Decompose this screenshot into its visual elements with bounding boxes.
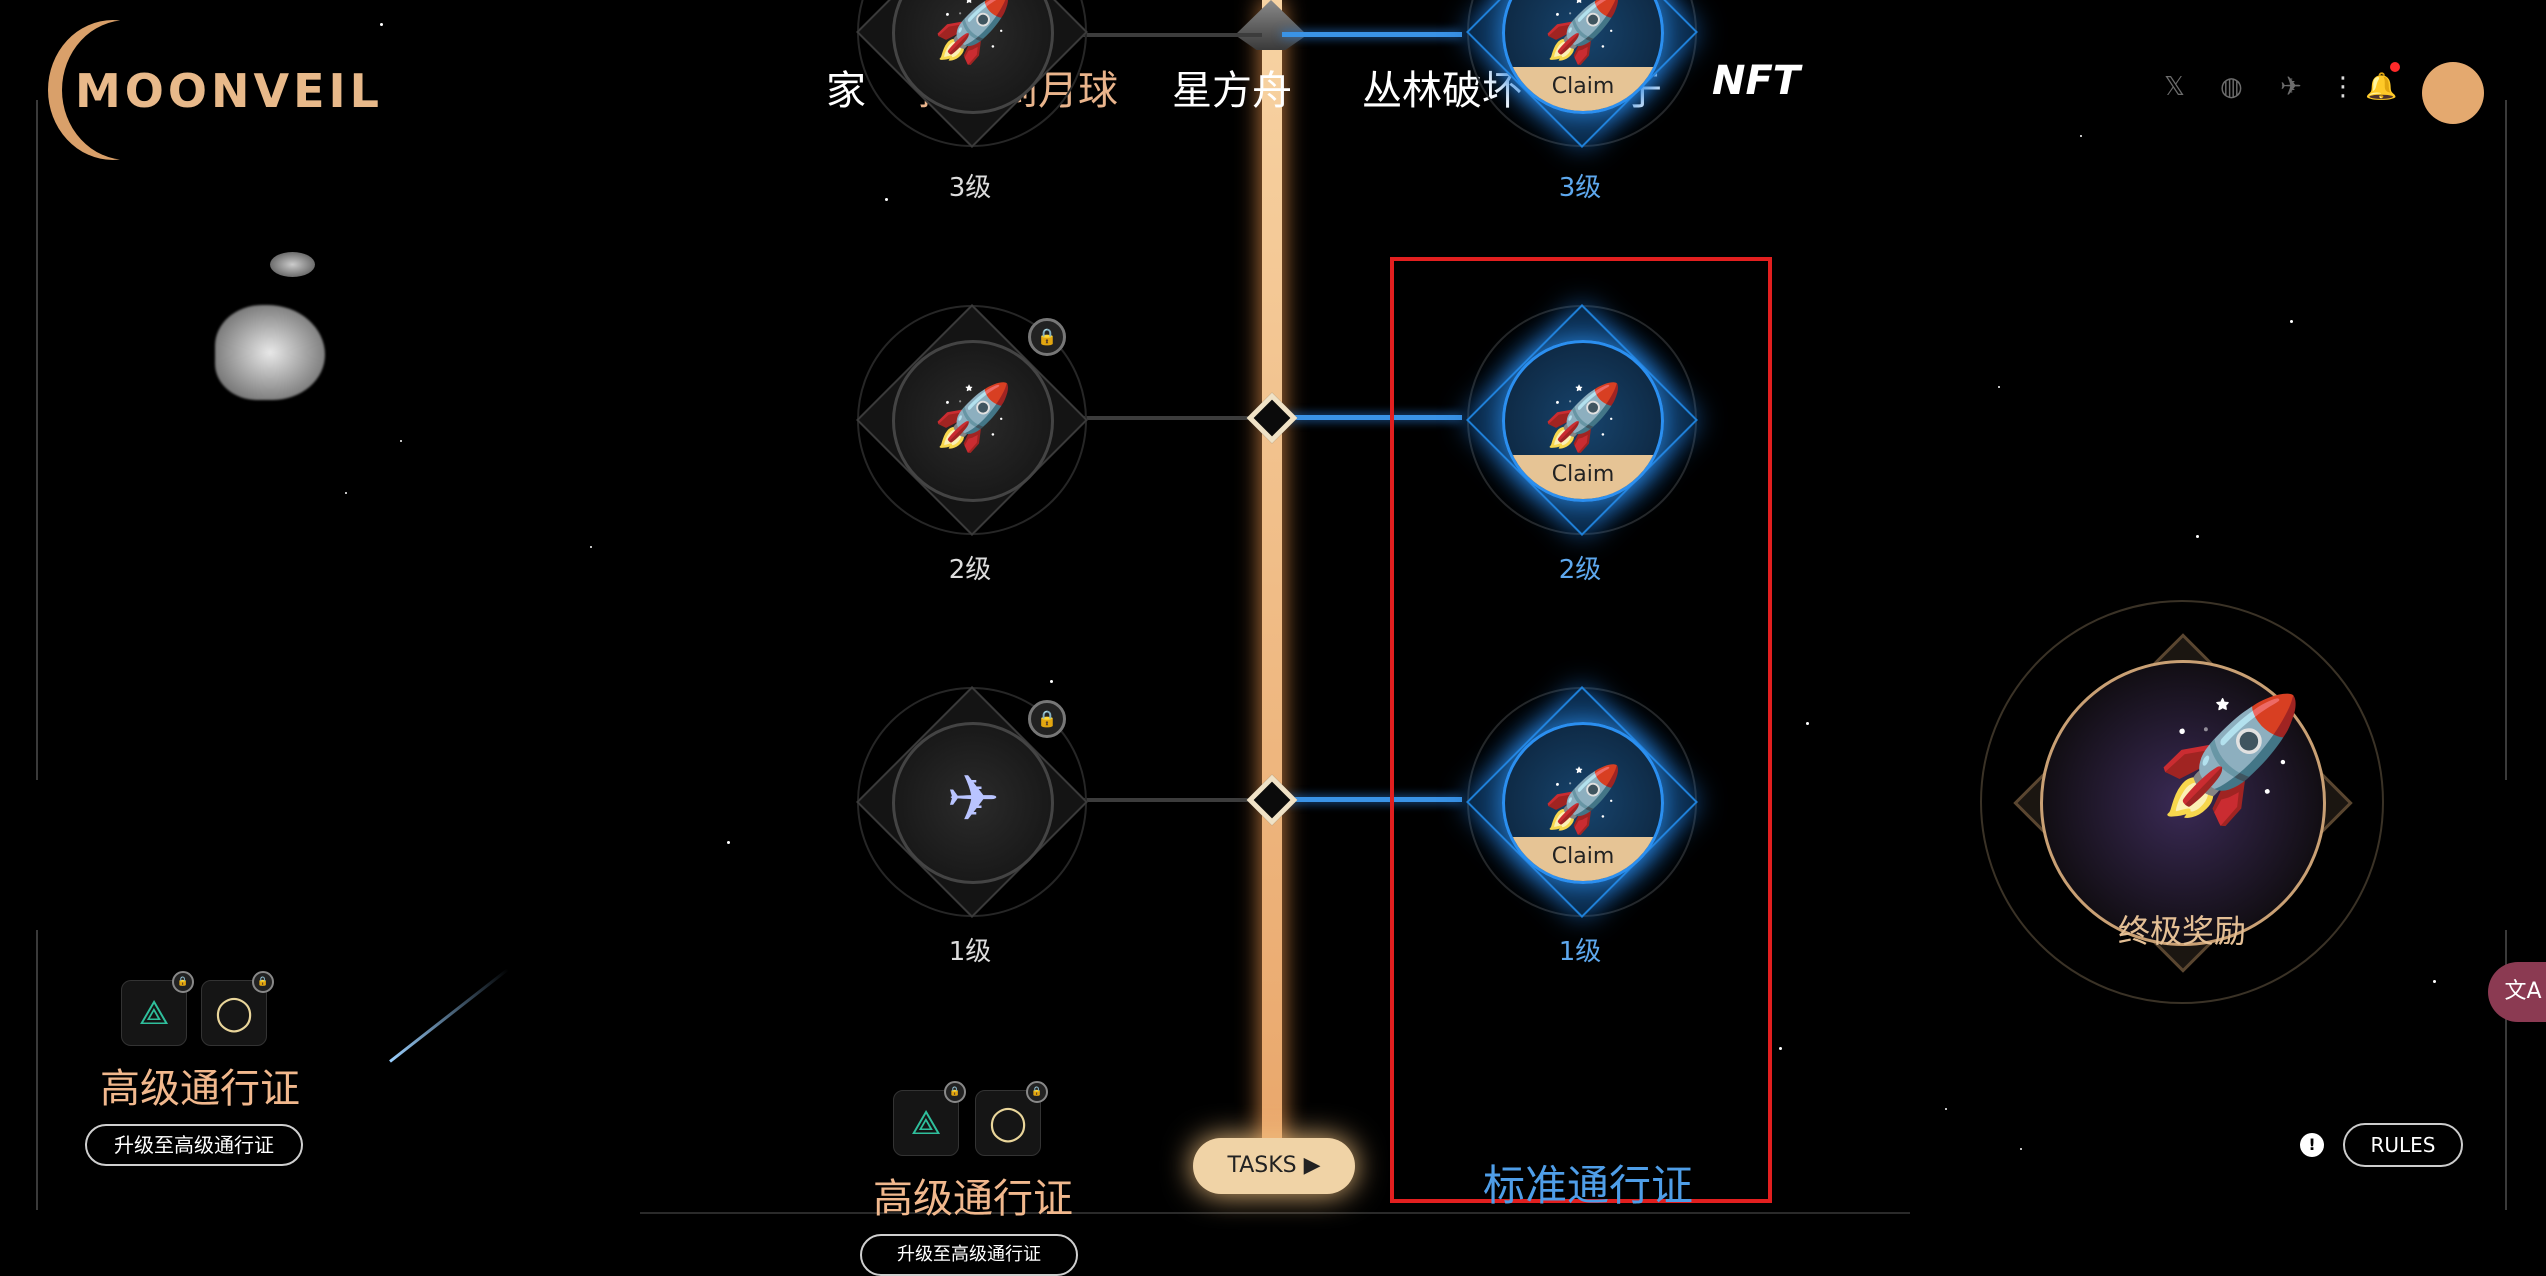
logo[interactable]: MOONVEIL xyxy=(40,20,379,160)
premium-pass-icon: ⟁ 🔒 xyxy=(121,971,194,1046)
connector-line xyxy=(1080,798,1262,802)
logo-text: MOONVEIL xyxy=(75,64,383,118)
premium-level-label: 3级 xyxy=(948,173,992,203)
standard-node-level-3[interactable]: 🚀 Claim xyxy=(1460,0,1700,150)
bell-icon[interactable]: 🔔 xyxy=(2365,72,2397,102)
rocket-planet-icon: 🚀 xyxy=(2155,690,2305,829)
shuttle-icon: 🚀 xyxy=(933,380,1013,455)
nav-nft[interactable]: NFT xyxy=(1712,58,1800,104)
connector-line-active xyxy=(1282,32,1462,37)
lock-icon: 🔒 xyxy=(944,1081,966,1103)
upgrade-premium-button[interactable]: 升级至高级通行证 xyxy=(85,1124,303,1166)
track-node xyxy=(1246,392,1298,444)
claim-button[interactable]: Claim xyxy=(1505,67,1661,111)
premium-level-label: 1级 xyxy=(948,937,992,967)
standard-pass-title: 标准通行证 xyxy=(1483,1161,1694,1210)
rules-button[interactable]: RULES xyxy=(2343,1123,2463,1167)
standard-level-label: 3级 xyxy=(1558,173,1602,203)
translate-icon[interactable]: 文A xyxy=(2488,962,2546,1022)
avatar[interactable] xyxy=(2422,62,2484,124)
lock-icon: 🔒 xyxy=(172,971,194,993)
telegram-icon[interactable]: ✈ xyxy=(2280,72,2302,102)
x-icon[interactable]: 𝕏 xyxy=(2164,72,2185,102)
nav-star-ark[interactable]: 星方舟 xyxy=(1172,58,1292,116)
jet-icon: ✈ xyxy=(946,762,1000,837)
premium-node-level-3[interactable]: 🚀 xyxy=(850,0,1090,150)
tasks-label: TASKS xyxy=(1227,1153,1297,1178)
play-arrow-icon: ▶ xyxy=(1303,1153,1321,1178)
asteroid-decoration xyxy=(215,305,325,400)
premium-node-level-2[interactable]: 🚀 🔒 xyxy=(850,298,1090,538)
progress-track xyxy=(1262,0,1282,1175)
upgrade-premium-button[interactable]: 升级至高级通行证 xyxy=(860,1234,1078,1276)
spaceship-marker-icon xyxy=(1235,0,1307,50)
lock-icon: 🔒 xyxy=(252,971,274,993)
discord-icon[interactable]: ◍ xyxy=(2220,72,2243,102)
premium-node-level-1[interactable]: ✈ 🔒 xyxy=(850,680,1090,920)
notification-dot xyxy=(2390,62,2400,72)
more-icon[interactable]: ⋮ xyxy=(2330,72,2356,102)
premium-pass-title: 高级通行证 xyxy=(873,1176,1073,1222)
meteor-decoration xyxy=(389,967,510,1063)
asteroid-small-decoration xyxy=(270,252,315,277)
tasks-button[interactable]: TASKS ▶ xyxy=(1193,1138,1355,1194)
lock-icon: 🔒 xyxy=(1028,700,1066,738)
premium-pass-icon: ⟁ 🔒 xyxy=(893,1081,966,1156)
lock-icon: 🔒 xyxy=(1028,318,1066,356)
ring-reward-icon: ◯ 🔒 xyxy=(201,971,274,1046)
ring-reward-icon: ◯ 🔒 xyxy=(975,1081,1048,1156)
highlight-box xyxy=(1390,257,1772,1203)
rocket-icon: 🚀 xyxy=(1543,0,1623,67)
track-node xyxy=(1246,774,1298,826)
info-icon[interactable]: ! xyxy=(2300,1133,2324,1157)
connector-line xyxy=(1080,33,1262,37)
connector-line xyxy=(1080,416,1262,420)
premium-level-label: 2级 xyxy=(948,555,992,585)
shuttle-icon: 🚀 xyxy=(933,0,1013,67)
lock-icon: 🔒 xyxy=(1026,1081,1048,1103)
premium-pass-title: 高级通行证 xyxy=(100,1066,300,1112)
ultimate-reward-label: 终极奖励 xyxy=(2118,912,2247,950)
